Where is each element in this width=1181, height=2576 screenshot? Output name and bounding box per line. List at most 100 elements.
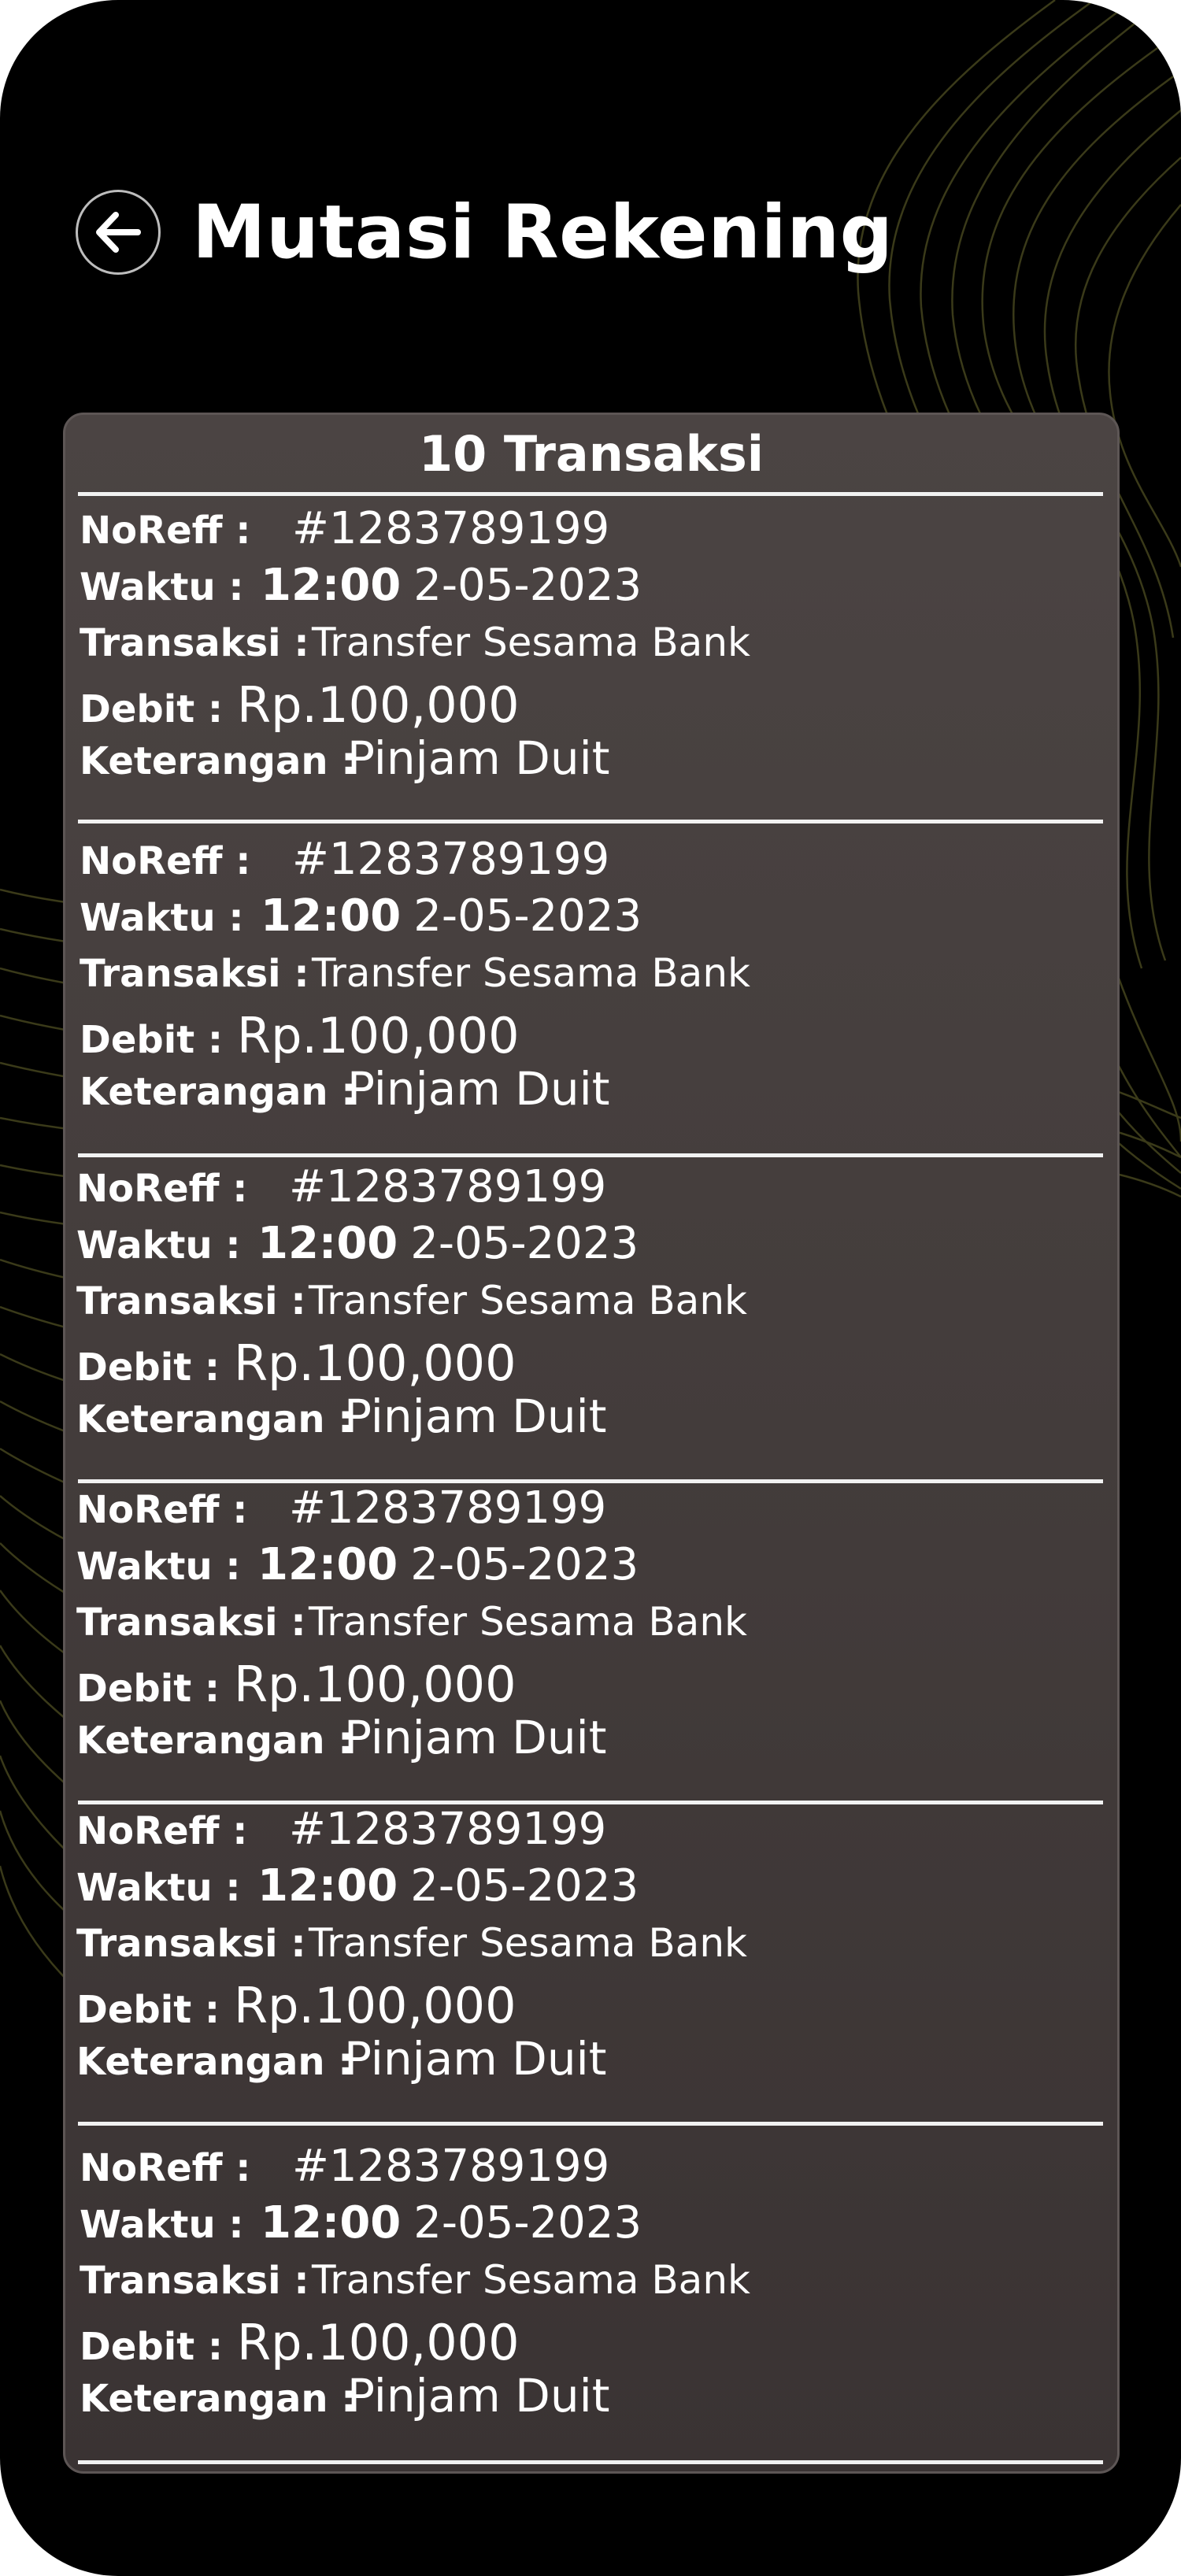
noreff-value: #1283789199 [292,2141,610,2192]
time-value: 12:00 [257,1860,398,1912]
transaction-item[interactable]: NoReff : #1283789199 Waktu : 12:00 2-05-2023… [65,1482,1117,1782]
divider [78,492,1103,496]
transaksi-row: Transaksi : Transfer Sesama Bank [80,950,750,996]
transaksi-label: Transaksi : [80,952,309,996]
transaction-count-title: 10 Transaksi [418,424,765,483]
waktu-row: Waktu : 12:00 2-05-2023 [76,1539,639,1590]
debit-label: Debit : [76,1345,220,1390]
transaksi-row: Transaksi : Transfer Sesama Bank [80,620,750,665]
transaction-item[interactable]: NoReff : #1283789199 Waktu : 12:00 2-05-2023… [65,1804,1117,2103]
date-value: 2-05-2023 [413,890,642,942]
transaksi-label: Transaksi : [76,1601,306,1645]
debit-row: Debit : Rp.100,000 [80,2314,520,2371]
waktu-label: Waktu : [80,896,244,940]
transaction-type-value: Transfer Sesama Bank [312,620,750,665]
waktu-row: Waktu : 12:00 2-05-2023 [80,2197,642,2248]
debit-label: Debit : [80,1018,224,1062]
keterangan-label: Keterangan : [76,1397,354,1442]
noreff-value: #1283789199 [289,1482,607,1534]
keterangan-row: Keterangan : Pinjam Duit [80,731,609,785]
transaction-list-card[interactable]: 10 Transaksi NoReff : #1283789199 Waktu : 1… [63,413,1120,2474]
divider [78,2460,1103,2464]
keterangan-row: Keterangan : Pinjam Duit [76,1711,606,1764]
noreff-label: NoReff : [80,2146,251,2190]
date-value: 2-05-2023 [410,1218,639,1269]
transaction-item[interactable]: NoReff : #1283789199 Waktu : 12:00 2-05-2023… [65,503,1117,802]
waktu-label: Waktu : [80,565,244,609]
waktu-label: Waktu : [76,1545,241,1589]
debit-label: Debit : [76,1988,220,2032]
transaction-type-value: Transfer Sesama Bank [312,2257,750,2303]
keterangan-row: Keterangan : Pinjam Duit [76,2032,606,2086]
transaction-item[interactable]: NoReff : #1283789199 Waktu : 12:00 2-05-2023… [65,834,1117,1133]
noreff-row: NoReff : #1283789199 [76,1161,606,1212]
date-value: 2-05-2023 [410,1539,639,1590]
waktu-row: Waktu : 12:00 2-05-2023 [76,1860,639,1912]
transaction-item[interactable]: NoReff : #1283789199 Waktu : 12:00 2-05-2023… [65,2141,1117,2440]
note-value: Pinjam Duit [344,1711,607,1764]
debit-amount-value: Rp.100,000 [237,1007,520,1064]
date-value: 2-05-2023 [410,1860,639,1912]
transaksi-row: Transaksi : Transfer Sesama Bank [76,1599,747,1645]
transaction-type-value: Transfer Sesama Bank [309,1599,747,1645]
noreff-label: NoReff : [76,1167,248,1211]
debit-label: Debit : [80,687,224,731]
debit-row: Debit : Rp.100,000 [80,676,520,734]
debit-label: Debit : [76,1667,220,1711]
divider [78,1479,1103,1483]
debit-amount-value: Rp.100,000 [234,1977,516,2034]
waktu-label: Waktu : [76,1223,241,1268]
transaksi-row: Transaksi : Transfer Sesama Bank [80,2257,750,2303]
debit-amount-value: Rp.100,000 [234,1334,516,1392]
transaction-type-value: Transfer Sesama Bank [312,950,750,996]
waktu-row: Waktu : 12:00 2-05-2023 [76,1218,639,1269]
divider [78,1801,1103,1804]
keterangan-row: Keterangan : Pinjam Duit [80,2369,609,2422]
noreff-label: NoReff : [80,509,251,553]
transaction-type-value: Transfer Sesama Bank [309,1920,747,1966]
keterangan-label: Keterangan : [80,739,357,783]
noreff-value: #1283789199 [292,834,610,885]
waktu-label: Waktu : [76,1866,241,1910]
noreff-row: NoReff : #1283789199 [76,1482,606,1534]
transaksi-label: Transaksi : [76,1922,306,1966]
note-value: Pinjam Duit [347,2369,610,2422]
debit-row: Debit : Rp.100,000 [76,1977,516,2034]
noreff-row: NoReff : #1283789199 [76,1804,606,1855]
noreff-row: NoReff : #1283789199 [80,503,609,554]
divider [78,2122,1103,2126]
noreff-value: #1283789199 [292,503,610,554]
transaksi-label: Transaksi : [76,1279,306,1323]
time-value: 12:00 [257,1218,398,1269]
noreff-label: NoReff : [76,1809,248,1853]
divider [78,820,1103,824]
back-button[interactable] [76,190,161,275]
time-value: 12:00 [261,560,402,611]
noreff-value: #1283789199 [289,1161,607,1212]
noreff-row: NoReff : #1283789199 [80,834,609,885]
time-value: 12:00 [261,2197,402,2248]
debit-amount-value: Rp.100,000 [237,2314,520,2371]
noreff-value: #1283789199 [289,1804,607,1855]
arrow-left-icon [96,212,141,253]
note-value: Pinjam Duit [344,1390,607,1443]
debit-amount-value: Rp.100,000 [234,1656,516,1713]
noreff-row: NoReff : #1283789199 [80,2141,609,2192]
debit-amount-value: Rp.100,000 [237,676,520,734]
waktu-row: Waktu : 12:00 2-05-2023 [80,560,642,611]
note-value: Pinjam Duit [344,2032,607,2086]
date-value: 2-05-2023 [413,2197,642,2248]
keterangan-label: Keterangan : [80,2377,357,2421]
noreff-label: NoReff : [76,1488,248,1532]
transaksi-label: Transaksi : [80,621,309,665]
note-value: Pinjam Duit [347,731,610,785]
screen: Mutasi Rekening 10 Transaksi NoReff : #12… [0,0,1181,2576]
keterangan-label: Keterangan : [76,2040,354,2084]
date-value: 2-05-2023 [413,560,642,611]
transaction-item[interactable]: NoReff : #1283789199 Waktu : 12:00 2-05-2023… [65,1161,1117,1460]
page-title: Mutasi Rekening [192,189,894,276]
debit-row: Debit : Rp.100,000 [76,1656,516,1713]
header: Mutasi Rekening [76,173,893,291]
waktu-label: Waktu : [80,2203,244,2247]
keterangan-label: Keterangan : [76,1719,354,1763]
